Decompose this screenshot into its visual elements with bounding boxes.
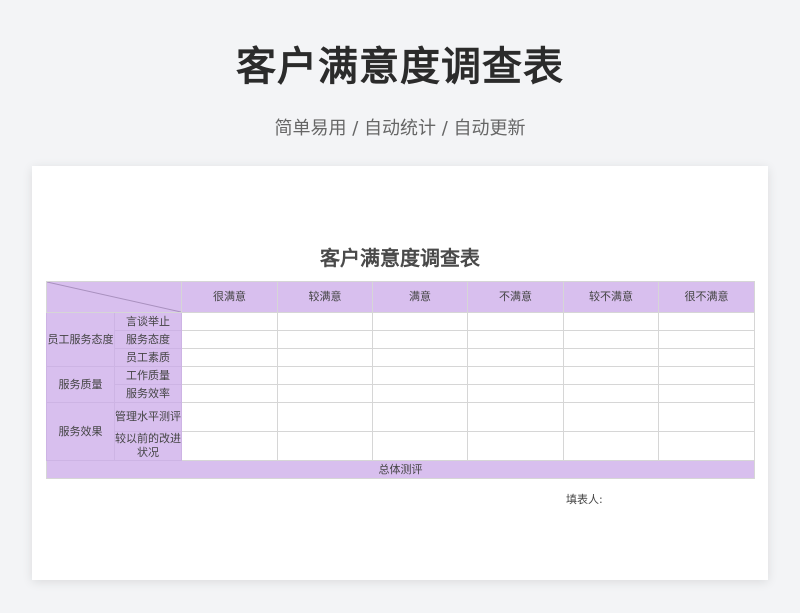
rating-cell[interactable]	[563, 312, 659, 331]
rating-cell[interactable]	[467, 348, 564, 367]
rating-cell[interactable]	[658, 384, 755, 403]
rating-cell[interactable]	[277, 402, 373, 432]
rating-cell[interactable]	[181, 366, 278, 385]
item-label: 工作质量	[114, 366, 182, 385]
rating-cell[interactable]	[658, 431, 755, 461]
rating-cell[interactable]	[563, 431, 659, 461]
column-header: 很不满意	[658, 281, 755, 313]
rating-cell[interactable]	[467, 402, 564, 432]
table-row: 服务质量 工作质量	[46, 366, 755, 403]
page-title: 客户满意度调查表	[236, 44, 564, 90]
rating-cell[interactable]	[277, 366, 373, 385]
column-header: 较满意	[277, 281, 373, 313]
table-row: 服务效果 管理水平测评	[46, 402, 755, 461]
table-row: 服务效率	[47, 384, 755, 403]
item-label: 较以前的改进状况	[114, 431, 182, 461]
rating-cell[interactable]	[277, 431, 373, 461]
table-row: 较以前的改进状况	[47, 431, 755, 461]
rating-cell[interactable]	[277, 348, 373, 367]
group-label: 服务效果	[46, 402, 115, 461]
rating-cell[interactable]	[467, 431, 564, 461]
filler-label: 填表人:	[566, 493, 603, 506]
rating-cell[interactable]	[563, 330, 659, 349]
rating-cell[interactable]	[181, 431, 278, 461]
header-row: 很满意 较满意 满意 不满意 较不满意 很不满意	[46, 281, 755, 313]
rating-cell[interactable]	[277, 312, 373, 331]
item-label: 言谈举止	[114, 312, 182, 331]
rating-cell[interactable]	[563, 384, 659, 403]
rating-cell[interactable]	[658, 312, 755, 331]
total-row: 总体测评	[46, 460, 755, 479]
page-subtitle: 简单易用 / 自动统计 / 自动更新	[274, 118, 526, 139]
corner-cell	[46, 281, 182, 313]
group-label: 员工服务态度	[46, 312, 115, 367]
sheet-title: 客户满意度调查表	[320, 246, 480, 270]
rating-cell[interactable]	[563, 366, 659, 385]
rating-cell[interactable]	[181, 330, 278, 349]
rating-cell[interactable]	[277, 330, 373, 349]
survey-table: 很满意 较满意 满意 不满意 较不满意 很不满意 员工服务态度 言谈举止 服务态…	[46, 281, 755, 479]
rating-cell[interactable]	[658, 402, 755, 432]
item-label: 员工素质	[114, 348, 182, 367]
rating-cell[interactable]	[372, 366, 468, 385]
rating-cell[interactable]	[467, 366, 564, 385]
rating-cell[interactable]	[181, 312, 278, 331]
rating-cell[interactable]	[467, 384, 564, 403]
diagonal-line	[47, 282, 181, 312]
spreadsheet-preview: 客户满意度调查表 很满意 较满意 满意 不满意 较不满意 很不满意 员工服务态度…	[32, 166, 768, 580]
rating-cell[interactable]	[181, 384, 278, 403]
item-label: 管理水平测评	[114, 402, 182, 432]
column-header: 满意	[372, 281, 468, 313]
rating-cell[interactable]	[658, 330, 755, 349]
total-label: 总体测评	[46, 460, 755, 479]
rating-cell[interactable]	[658, 366, 755, 385]
rating-cell[interactable]	[563, 402, 659, 432]
table-row: 员工素质	[47, 348, 755, 367]
item-label: 服务态度	[114, 330, 182, 349]
rating-cell[interactable]	[181, 402, 278, 432]
rating-cell[interactable]	[372, 330, 468, 349]
group-label: 服务质量	[46, 366, 115, 403]
column-header: 不满意	[467, 281, 564, 313]
column-header: 很满意	[181, 281, 278, 313]
rating-cell[interactable]	[372, 348, 468, 367]
rating-cell[interactable]	[372, 402, 468, 432]
rating-cell[interactable]	[181, 348, 278, 367]
item-label: 服务效率	[114, 384, 182, 403]
rating-cell[interactable]	[658, 348, 755, 367]
rating-cell[interactable]	[372, 431, 468, 461]
rating-cell[interactable]	[372, 384, 468, 403]
table-row: 员工服务态度 言谈举止	[46, 312, 755, 367]
rating-cell[interactable]	[277, 384, 373, 403]
rating-cell[interactable]	[563, 348, 659, 367]
table-row: 服务态度	[47, 330, 755, 349]
column-header: 较不满意	[563, 281, 659, 313]
rating-cell[interactable]	[467, 312, 564, 331]
rating-cell[interactable]	[467, 330, 564, 349]
rating-cell[interactable]	[372, 312, 468, 331]
